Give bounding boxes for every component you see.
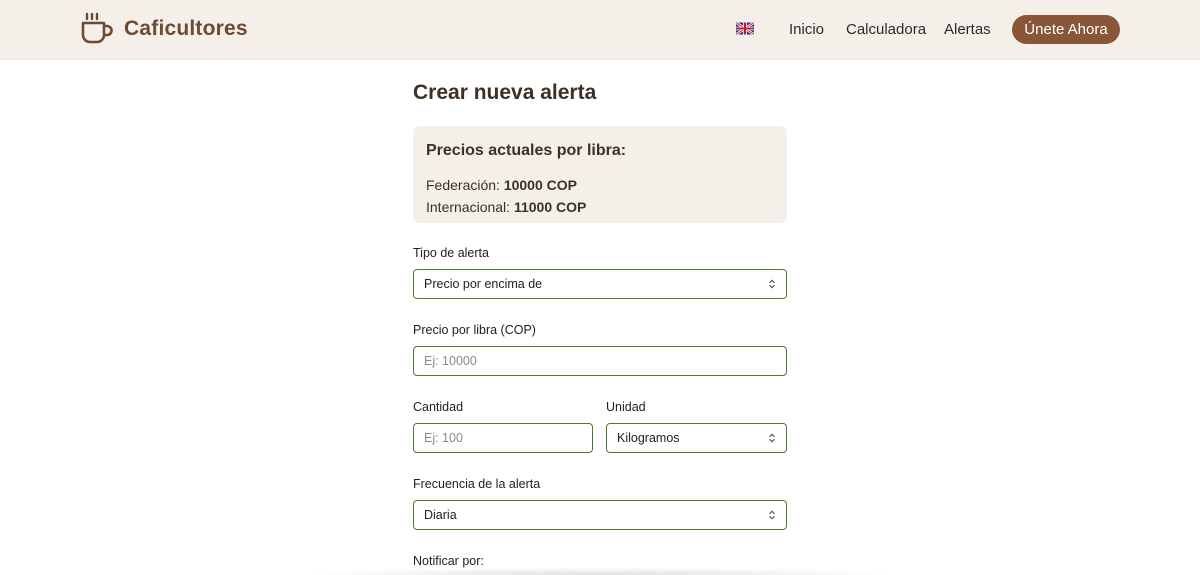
- international-label: Internacional:: [426, 199, 511, 215]
- brand-name: Caficultores: [124, 17, 248, 40]
- current-prices-card: Precios actuales por libra: Federación: …: [413, 126, 787, 223]
- notify-label: Notificar por:: [413, 554, 484, 568]
- uk-flag-icon[interactable]: [736, 22, 754, 35]
- frequency-select[interactable]: Diaria: [413, 500, 787, 530]
- alert-type-select[interactable]: Precio por encima de: [413, 269, 787, 299]
- prices-title: Precios actuales por libra:: [426, 142, 627, 159]
- bottom-shadow: [300, 567, 900, 575]
- price-placeholder: Ej: 10000: [424, 354, 477, 368]
- coffee-cup-icon: [81, 12, 113, 44]
- quantity-label: Cantidad: [413, 400, 464, 414]
- federation-value: 10000 COP: [503, 177, 577, 193]
- federation-price: Federación: 10000 COP: [426, 177, 774, 193]
- page-title: Crear nueva alerta: [413, 81, 597, 104]
- price-label: Precio por libra (COP): [413, 323, 536, 337]
- frequency-label: Frecuencia de la alerta: [413, 477, 541, 491]
- international-price: Internacional: 11000 COP: [426, 199, 774, 215]
- alert-type-value: Precio por encima de: [424, 277, 543, 291]
- unit-label: Unidad: [606, 400, 646, 414]
- top-navbar: Caficultores Inicio Calculadora Alertas …: [0, 0, 1200, 60]
- quantity-placeholder: Ej: 100: [424, 431, 463, 445]
- federation-label: Federación:: [426, 177, 500, 193]
- nav-link-alertas[interactable]: Alertas: [944, 21, 991, 38]
- alert-type-label: Tipo de alerta: [413, 246, 489, 260]
- unit-select[interactable]: Kilogramos: [606, 423, 787, 453]
- price-input[interactable]: Ej: 10000: [413, 346, 787, 376]
- unit-value: Kilogramos: [617, 431, 680, 445]
- join-now-button[interactable]: Únete Ahora: [1012, 15, 1120, 44]
- chevron-updown-icon: [769, 433, 775, 443]
- brand-logo-link[interactable]: Caficultores: [80, 12, 248, 45]
- international-value: 11000 COP: [513, 199, 587, 215]
- nav-link-inicio[interactable]: Inicio: [789, 21, 824, 38]
- chevron-updown-icon: [769, 510, 775, 520]
- quantity-input[interactable]: Ej: 100: [413, 423, 593, 453]
- nav-link-calculadora[interactable]: Calculadora: [846, 21, 926, 38]
- chevron-updown-icon: [769, 279, 775, 289]
- frequency-value: Diaria: [424, 508, 457, 522]
